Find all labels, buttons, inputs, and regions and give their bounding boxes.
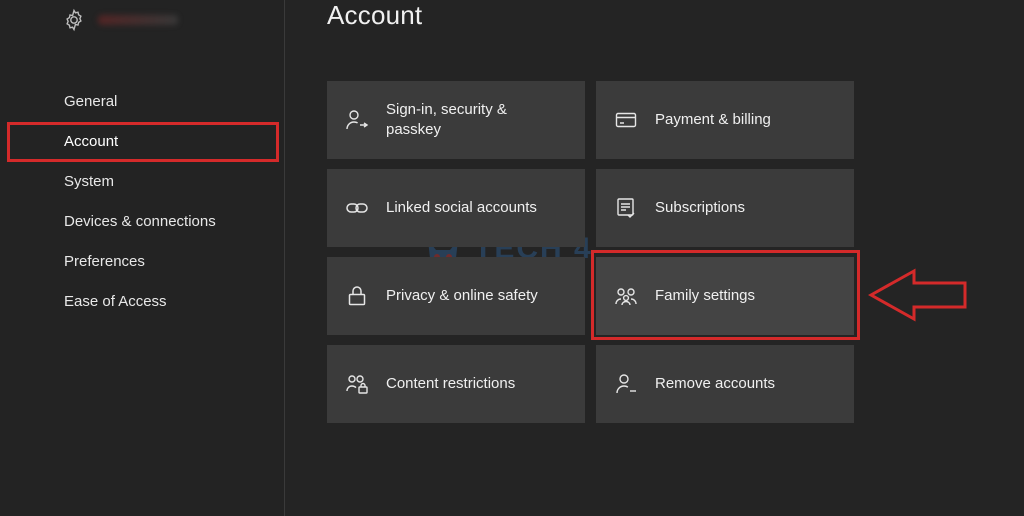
page-title: Account: [327, 0, 423, 30]
sidebar-item-label: Preferences: [64, 252, 145, 270]
person-remove-icon: [614, 372, 638, 396]
tile-privacy-online-safety[interactable]: Privacy & online safety: [327, 257, 585, 335]
tile-label: Privacy & online safety: [386, 287, 538, 304]
tile-sign-in-security-passkey[interactable]: Sign-in, security & passkey: [327, 81, 585, 159]
tile-label: Linked social accounts: [386, 199, 537, 216]
settings-nav: General Account System Devices & connect…: [0, 81, 284, 321]
subscriptions-icon: [614, 196, 638, 220]
tile-content-restrictions[interactable]: Content restrictions: [327, 345, 585, 423]
credit-card-icon: [614, 108, 638, 132]
gear-icon: [66, 8, 82, 32]
sidebar-item-system[interactable]: System: [0, 161, 284, 201]
tile-label: Payment & billing: [655, 111, 771, 128]
tile-remove-accounts[interactable]: Remove accounts: [596, 345, 854, 423]
annotation-highlight-box: [591, 250, 860, 340]
sidebar-header: [62, 8, 178, 32]
tile-linked-social-accounts[interactable]: Linked social accounts: [327, 169, 585, 247]
blurred-username: [98, 15, 178, 25]
sidebar-item-ease-of-access[interactable]: Ease of Access: [0, 281, 284, 321]
annotation-arrow-icon: [868, 268, 967, 322]
sidebar-item-general[interactable]: General: [0, 81, 284, 121]
sidebar: General Account System Devices & connect…: [0, 0, 285, 516]
tile-label: Subscriptions: [655, 199, 746, 216]
person-key-icon: [345, 108, 369, 132]
sidebar-item-devices-connections[interactable]: Devices & connections: [0, 201, 284, 241]
sidebar-item-label: General: [64, 92, 118, 110]
tile-label-line1: Sign-in, security &: [386, 101, 507, 118]
sidebar-item-account[interactable]: Account: [0, 121, 284, 162]
tile-label: Remove accounts: [655, 375, 776, 392]
tile-subscriptions[interactable]: Subscriptions: [596, 169, 854, 247]
tile-label: Content restrictions: [386, 375, 516, 392]
sidebar-item-label: System: [64, 172, 115, 190]
sidebar-item-label: Ease of Access: [64, 292, 167, 310]
people-lock-icon: [345, 372, 369, 396]
sidebar-item-label: Account: [64, 132, 119, 150]
link-icon: [345, 196, 369, 220]
sidebar-item-preferences[interactable]: Preferences: [0, 241, 284, 281]
tile-label-line2: passkey: [386, 121, 442, 138]
sidebar-item-label: Devices & connections: [64, 212, 216, 230]
tile-label: Sign-in, security & passkey: [386, 100, 507, 140]
lock-icon: [345, 284, 369, 308]
tile-payment-billing[interactable]: Payment & billing: [596, 81, 854, 159]
